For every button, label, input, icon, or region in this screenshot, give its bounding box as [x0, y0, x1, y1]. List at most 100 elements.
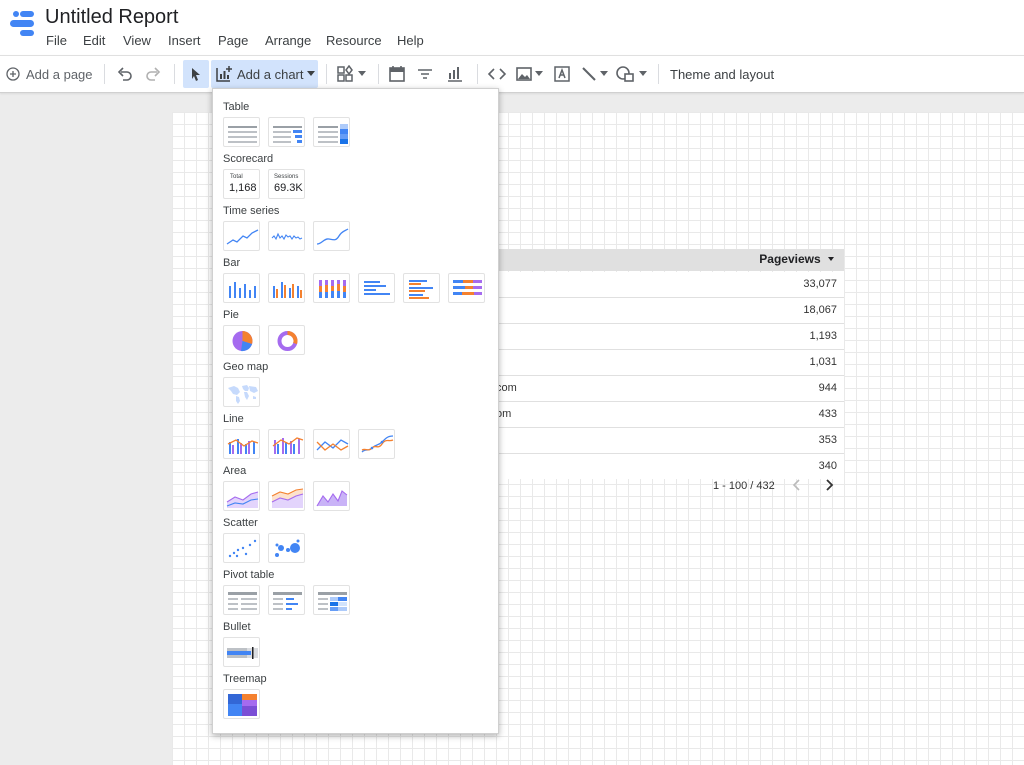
- chart-option-smoothed-line[interactable]: [358, 429, 395, 459]
- menu-help[interactable]: Help: [397, 33, 424, 48]
- chart-option-stacked-combo[interactable]: [268, 429, 305, 459]
- pie-chart-icon: [232, 331, 253, 352]
- menu-edit[interactable]: Edit: [83, 33, 105, 48]
- chart-option-table-heatmap[interactable]: [313, 117, 350, 147]
- undo-button[interactable]: [116, 56, 134, 92]
- toolbar-divider: [174, 64, 175, 84]
- section-label-scorecard: Scorecard: [223, 153, 274, 165]
- chart-option-pivot-table-heatmap[interactable]: [313, 585, 350, 615]
- pivot-table-bars-icon: [273, 592, 302, 610]
- pageviews-column-header[interactable]: Pageviews: [759, 252, 834, 266]
- smooth-line-chart-icon: [361, 435, 394, 453]
- next-page-button[interactable]: [824, 478, 834, 495]
- menu-resource[interactable]: Resource: [326, 33, 382, 48]
- chart-option-smoothed-time-series[interactable]: [313, 221, 350, 251]
- table-row: 353: [496, 428, 844, 454]
- chart-option-time-series[interactable]: [223, 221, 260, 251]
- chart-option-area[interactable]: [223, 481, 260, 511]
- pagination-label: 1 - 100 / 432: [713, 480, 775, 492]
- add-control-button[interactable]: [336, 56, 366, 92]
- embed-url-button[interactable]: [487, 56, 507, 92]
- dropdown-arrow-icon: [358, 71, 366, 76]
- table-bars-icon: [273, 126, 302, 143]
- area-chart-icon: [226, 491, 259, 508]
- pageviews-value: 944: [818, 382, 837, 394]
- stacked-area-icon: [271, 488, 304, 508]
- chart-option-sparkline[interactable]: [268, 221, 305, 251]
- redo-button[interactable]: [144, 56, 162, 92]
- chart-option-table[interactable]: [223, 117, 260, 147]
- select-tool-button[interactable]: [183, 60, 209, 88]
- chart-option-pivot-table-bars[interactable]: [268, 585, 305, 615]
- sort-arrow-icon: [828, 257, 834, 262]
- chart-option-100-area[interactable]: [313, 481, 350, 511]
- table-row: 33,077: [496, 272, 844, 298]
- chart-option-bar[interactable]: [358, 273, 395, 303]
- menu-view[interactable]: View: [123, 33, 151, 48]
- grouped-bar-icon: [409, 280, 433, 299]
- pageviews-value: 353: [818, 434, 837, 446]
- filter-icon: [418, 69, 432, 79]
- controls-icon: [337, 65, 353, 82]
- toolbar-divider: [477, 64, 478, 84]
- chart-option-stacked-column[interactable]: [313, 273, 350, 303]
- toolbar-divider: [104, 64, 105, 84]
- menu-arrange[interactable]: Arrange: [265, 33, 311, 48]
- theme-and-layout-button[interactable]: Theme and layout: [670, 56, 774, 92]
- table-row: 1,193: [496, 324, 844, 350]
- chart-option-donut[interactable]: [268, 325, 305, 355]
- section-label-area: Area: [223, 465, 247, 477]
- date-range-button[interactable]: [388, 56, 406, 92]
- stacked-column-icon: [319, 280, 346, 298]
- chart-option-line[interactable]: [313, 429, 350, 459]
- report-title[interactable]: Untitled Report: [45, 6, 178, 29]
- donut-chart-icon: [277, 331, 298, 351]
- table-row: 340: [496, 454, 844, 479]
- chart-option-pivot-table[interactable]: [223, 585, 260, 615]
- data-control-button[interactable]: [446, 56, 464, 92]
- chart-option-stacked-bar[interactable]: [448, 273, 485, 303]
- add-chart-menu: Table Scorecard Total 1,168 Sessions 69.…: [212, 88, 499, 734]
- filter-control-button[interactable]: [416, 56, 434, 92]
- redo-icon: [146, 67, 161, 81]
- grouped-column-icon: [273, 282, 302, 298]
- chart-option-table-with-bars[interactable]: [268, 117, 305, 147]
- pageviews-value: 1,193: [809, 330, 837, 342]
- chart-option-grouped-column[interactable]: [268, 273, 305, 303]
- menu-file[interactable]: File: [46, 33, 67, 48]
- pageviews-value: 33,077: [803, 278, 837, 290]
- section-label-geo-map: Geo map: [223, 361, 269, 373]
- shape-button[interactable]: [615, 56, 647, 92]
- column-chart-icon: [229, 282, 256, 298]
- chart-option-bullet[interactable]: [223, 637, 260, 667]
- table-icon: [228, 126, 257, 143]
- add-page-button[interactable]: Add a page: [5, 56, 93, 92]
- text-button[interactable]: [553, 56, 571, 92]
- percent-area-icon: [316, 490, 348, 507]
- menu-insert[interactable]: Insert: [168, 33, 201, 48]
- section-label-time-series: Time series: [223, 205, 280, 217]
- undo-icon: [117, 67, 132, 81]
- chevron-right-icon: [826, 479, 834, 491]
- chart-option-bubble[interactable]: [268, 533, 305, 563]
- menu-page[interactable]: Page: [218, 33, 248, 48]
- chart-option-treemap[interactable]: [223, 689, 260, 719]
- chart-option-stacked-area[interactable]: [268, 481, 305, 511]
- section-label-scatter: Scatter: [223, 517, 258, 529]
- chart-option-grouped-bar[interactable]: [403, 273, 440, 303]
- dropdown-arrow-icon: [639, 71, 647, 76]
- image-button[interactable]: [515, 56, 543, 92]
- pageviews-value: 18,067: [803, 304, 837, 316]
- add-chart-button[interactable]: Add a chart: [211, 60, 318, 88]
- previous-page-button[interactable]: [792, 478, 802, 495]
- line-button[interactable]: [580, 56, 608, 92]
- chart-option-geo-map[interactable]: [223, 377, 260, 407]
- text-box-icon: [554, 66, 570, 82]
- chart-option-pie[interactable]: [223, 325, 260, 355]
- chart-option-column[interactable]: [223, 273, 260, 303]
- chart-option-scorecard[interactable]: Total 1,168: [223, 169, 260, 199]
- chart-option-scorecard-compact[interactable]: Sessions 69.3K: [268, 169, 305, 199]
- chart-option-scatter[interactable]: [223, 533, 260, 563]
- chart-option-combo[interactable]: [223, 429, 260, 459]
- treemap-icon: [228, 694, 257, 716]
